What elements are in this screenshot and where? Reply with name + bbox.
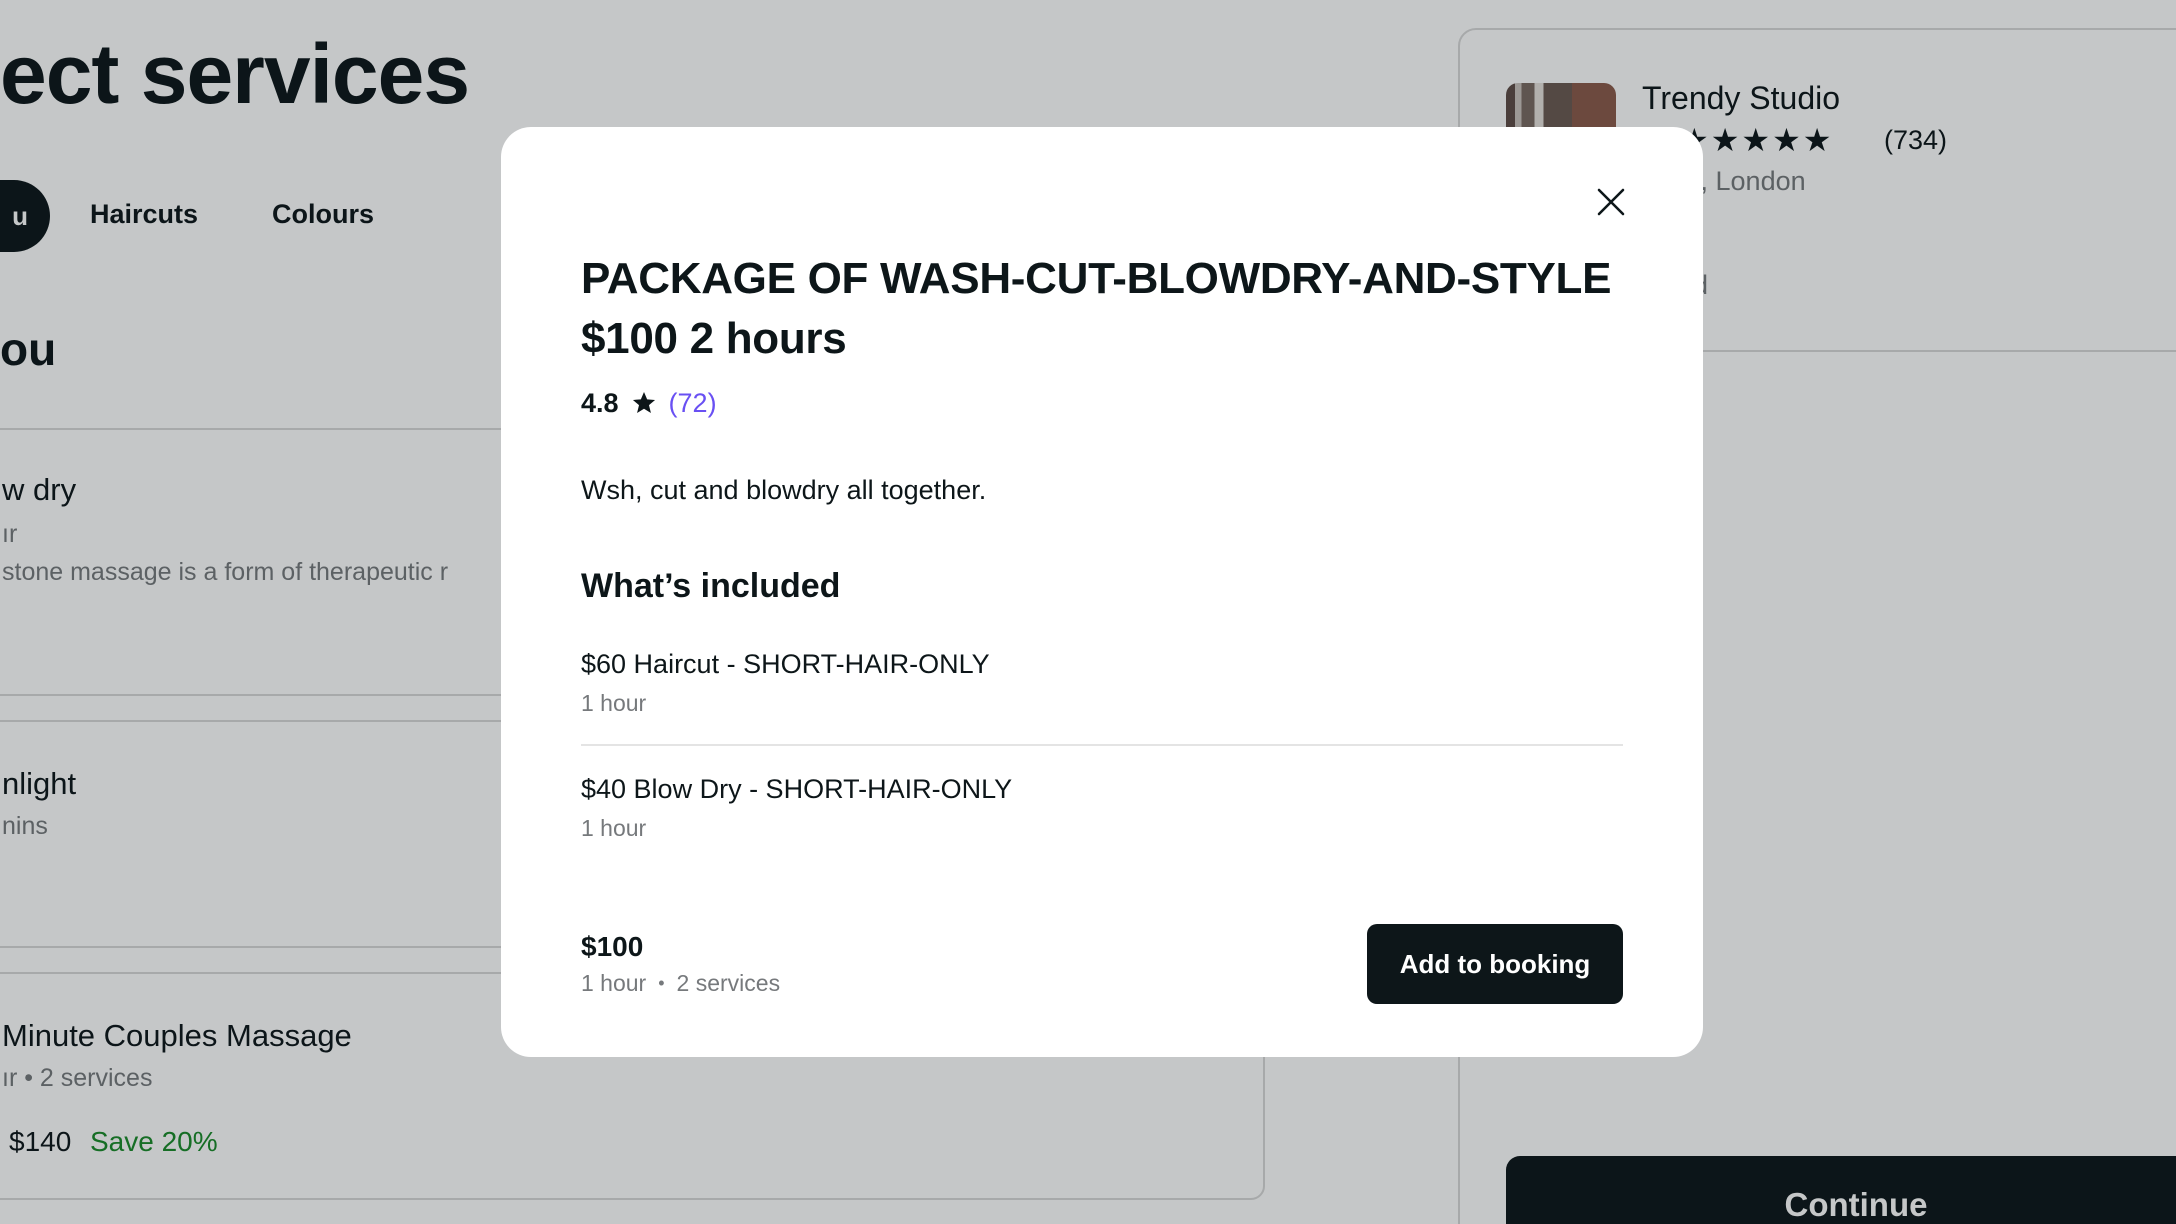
included-service-item: $60 Haircut - SHORT-HAIR-ONLY 1 hour [581,649,1623,717]
included-service-name: $60 Haircut - SHORT-HAIR-ONLY [581,649,990,679]
included-service-duration: 1 hour [581,815,647,841]
service-details-modal: PACKAGE OF WASH-CUT-BLOWDRY-AND-STYLE $1… [501,127,1703,1057]
rating-count-link[interactable]: (72) [669,388,717,419]
footer-meta: 1 hour • 2 services [581,970,780,997]
close-button[interactable] [1583,174,1639,230]
footer-separator: • [658,973,665,993]
modal-description: Wsh, cut and blowdry all together. [581,475,987,505]
included-service-name: $40 Blow Dry - SHORT-HAIR-ONLY [581,774,1013,804]
included-divider [581,744,1623,746]
rating-score: 4.8 [581,387,619,418]
included-heading: What’s included [581,567,841,605]
modal-title: PACKAGE OF WASH-CUT-BLOWDRY-AND-STYLE $1… [581,254,1612,363]
close-icon [1597,188,1625,216]
footer-duration: 1 hour [581,970,647,996]
footer-services-count: 2 services [676,970,781,996]
star-icon [632,391,655,413]
footer-price: $100 [581,931,644,962]
rating-row: 4.8 (72) [581,385,717,421]
included-service-duration: 1 hour [581,690,647,716]
add-to-booking-button[interactable]: Add to booking [1367,924,1623,1004]
included-service-item: $40 Blow Dry - SHORT-HAIR-ONLY 1 hour [581,774,1623,842]
